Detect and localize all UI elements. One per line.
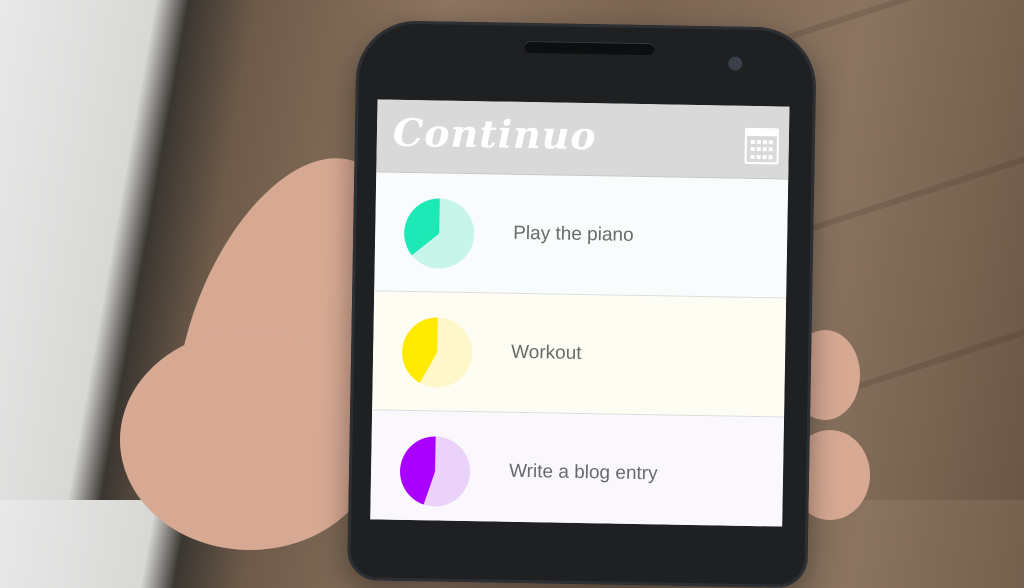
hand-palm <box>120 330 380 550</box>
app-screen: Continuo Play the piano Workout Write a … <box>370 99 790 527</box>
task-item[interactable]: Play the piano <box>374 172 789 299</box>
calendar-icon[interactable] <box>744 127 780 165</box>
task-item[interactable]: Write a blog entry <box>370 410 785 527</box>
app-title: Continuo <box>392 109 598 159</box>
task-item[interactable]: Workout <box>372 291 787 418</box>
phone-device: Continuo Play the piano Workout Write a … <box>347 20 817 588</box>
progress-pie-icon <box>400 436 471 507</box>
progress-pie-icon <box>402 317 473 388</box>
front-camera <box>728 56 743 71</box>
speaker-grille <box>524 40 655 56</box>
task-label: Play the piano <box>513 222 634 246</box>
app-bar: Continuo <box>376 99 790 180</box>
task-label: Workout <box>510 341 582 364</box>
task-label: Write a blog entry <box>508 460 658 485</box>
progress-pie-icon <box>404 198 475 269</box>
